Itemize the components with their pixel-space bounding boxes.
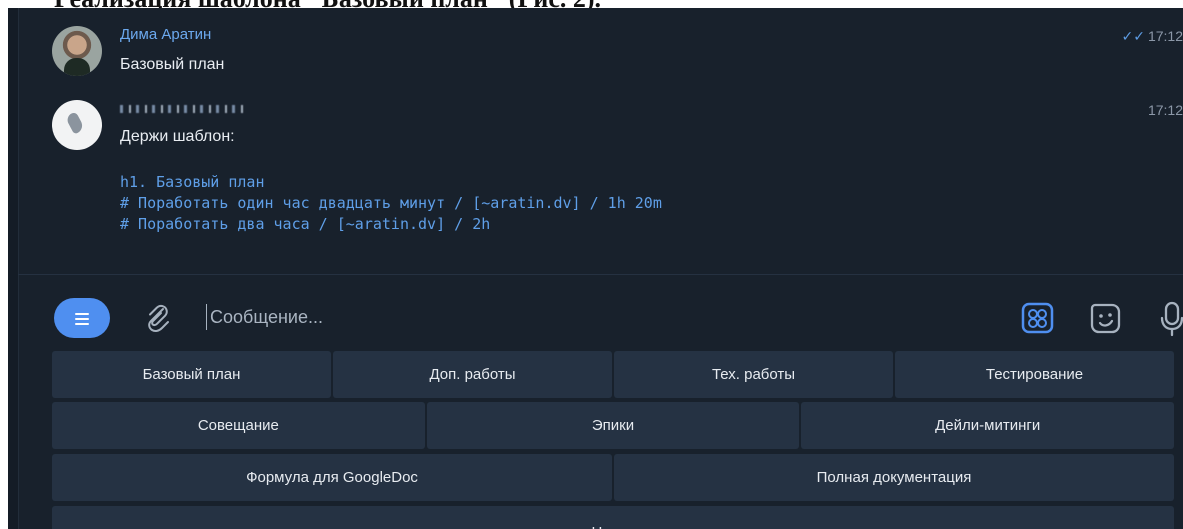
message-composer	[18, 275, 1183, 351]
message-template[interactable]: Держи шаблон: h1. Базовый план # Поработ…	[52, 100, 1183, 250]
full-documentation-button[interactable]: Полная документация	[614, 454, 1174, 501]
message-meta: ✓✓ 17:12	[1121, 27, 1183, 45]
message-text: Базовый план	[120, 56, 225, 73]
telegram-chat-window: Дима Аратин Базовый план ✓✓ 17:12 Держи ш…	[8, 8, 1183, 529]
double-check-icon: ✓✓	[1121, 28, 1145, 44]
tech-work-button[interactable]: Тех. работы	[614, 351, 893, 398]
extra-work-button[interactable]: Доп. работы	[333, 351, 612, 398]
emoji-icon[interactable]	[1085, 298, 1125, 338]
daily-meetings-button[interactable]: Дейли-митинги	[801, 402, 1175, 449]
bot-keyboard-row: Назад	[52, 506, 1174, 529]
epics-button[interactable]: Эпики	[426, 402, 800, 449]
user-photo-avatar[interactable]	[52, 26, 102, 76]
bot-keyboard-row: Формула для GoogleDoc Полная документаци…	[52, 454, 1174, 501]
base-plan-button[interactable]: Базовый план	[52, 351, 331, 398]
message-author[interactable]: Дима Аратин	[120, 26, 211, 44]
menu-icon	[75, 311, 89, 325]
back-button[interactable]: Назад	[52, 506, 1174, 529]
bot-keyboard-row: Базовый план Доп. работы Тех. работы Тес…	[52, 351, 1174, 398]
left-edge-panel	[8, 8, 19, 529]
message-time: 17:12	[1147, 102, 1183, 118]
blurred-author-name	[120, 105, 246, 113]
template-code-block[interactable]: h1. Базовый план # Поработать один час д…	[120, 172, 662, 235]
microphone-icon[interactable]	[1152, 298, 1183, 338]
google-doc-formula-button[interactable]: Формула для GoogleDoc	[52, 454, 612, 501]
message-text: Держи шаблон:	[120, 128, 235, 145]
testing-button[interactable]: Тестирование	[895, 351, 1174, 398]
message-input[interactable]	[206, 304, 730, 330]
menu-button[interactable]	[54, 298, 110, 338]
message-base-plan[interactable]: Дима Аратин Базовый план ✓✓ 17:12	[52, 26, 1183, 84]
message-time: 17:12	[1147, 28, 1183, 44]
paperclip-icon[interactable]	[141, 301, 173, 335]
white-bird-avatar[interactable]	[52, 100, 102, 150]
meeting-button[interactable]: Совещание	[52, 402, 425, 449]
sticker-grid-icon[interactable]	[1018, 298, 1058, 338]
bot-keyboard-row: Совещание Эпики Дейли-митинги	[52, 402, 1175, 449]
